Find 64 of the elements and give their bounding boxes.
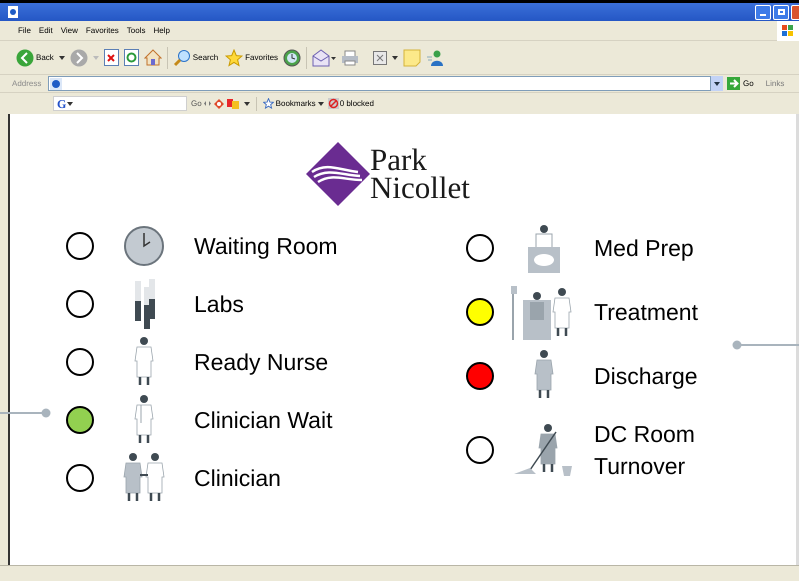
edit-button[interactable]: [373, 50, 388, 64]
dropdown-arrow-icon: [714, 82, 720, 86]
links-button[interactable]: Links: [766, 78, 784, 90]
dropdown-arrow-icon[interactable]: [67, 102, 74, 106]
logo-text: Nicollet: [370, 174, 470, 202]
home-button[interactable]: [144, 49, 162, 66]
google-logo: G: [57, 98, 66, 110]
pagerank-icon[interactable]: [214, 98, 224, 108]
windows-logo-icon: [782, 25, 794, 37]
dropdown-arrow-icon: [318, 102, 324, 106]
blocked-icon: [328, 98, 339, 109]
stage-label: Clinician Wait: [194, 406, 334, 435]
history-button[interactable]: [283, 48, 302, 66]
refresh-button[interactable]: [124, 49, 139, 66]
star-icon: [225, 48, 244, 66]
menu-item[interactable]: Tools: [126, 24, 146, 36]
stage-label: Med Prep: [594, 234, 695, 263]
menu-item[interactable]: Favorites: [86, 24, 119, 36]
stage-label: Clinician: [194, 464, 282, 493]
address-label: Address: [12, 78, 42, 90]
bookmarks-button[interactable]: Bookmarks: [262, 98, 324, 110]
forward-button[interactable]: [70, 48, 88, 66]
go-arrow-icon: [727, 77, 740, 90]
stage-label: Treatment: [594, 298, 699, 327]
address-dropdown-button[interactable]: [711, 76, 723, 91]
dropdown-arrow-icon[interactable]: [58, 56, 65, 60]
stage-label: Waiting Room: [194, 232, 339, 261]
pharmacist-at-counter-icon: [525, 223, 563, 273]
dropdown-arrow-icon[interactable]: [244, 102, 250, 106]
clock-icon: [123, 225, 165, 267]
page-icon: [50, 78, 62, 90]
stage-label: DC Room Turnover: [594, 420, 696, 481]
star-icon: [262, 98, 274, 109]
leader-line: [732, 340, 799, 350]
menu-item[interactable]: Help: [153, 24, 170, 36]
mail-button[interactable]: [312, 48, 336, 66]
close-button[interactable]: [791, 4, 799, 20]
dropdown-arrow-icon[interactable]: [392, 56, 398, 60]
menu-item[interactable]: Edit: [38, 24, 53, 36]
stop-button[interactable]: [104, 49, 119, 66]
restore-button[interactable]: [773, 4, 789, 20]
options-icon[interactable]: [226, 98, 240, 109]
minimize-button[interactable]: [755, 4, 771, 20]
menu-item[interactable]: File: [18, 24, 31, 36]
stage-label: Labs: [194, 290, 245, 319]
logo-text: Park: [370, 146, 427, 174]
popup-blocker-button[interactable]: 0 blocked: [328, 98, 374, 110]
go-button[interactable]: Go: [191, 98, 202, 110]
messenger-button[interactable]: [426, 48, 444, 66]
print-button[interactable]: [341, 50, 360, 66]
menu-item[interactable]: View: [60, 24, 78, 36]
arrows-icon: [204, 101, 211, 106]
browser-icon: [8, 6, 18, 18]
stage-label: Ready Nurse: [194, 348, 330, 377]
search-icon: [172, 48, 191, 66]
search-button[interactable]: Search: [172, 48, 218, 66]
leader-line: [0, 408, 52, 418]
favorites-button[interactable]: Favorites: [225, 48, 278, 66]
google-search-field[interactable]: G: [53, 96, 187, 111]
back-button[interactable]: Back: [16, 48, 54, 66]
stage-label: Discharge: [594, 362, 699, 391]
logo-icon: [306, 142, 370, 206]
go-button[interactable]: Go: [727, 77, 754, 90]
address-field[interactable]: [48, 76, 711, 91]
